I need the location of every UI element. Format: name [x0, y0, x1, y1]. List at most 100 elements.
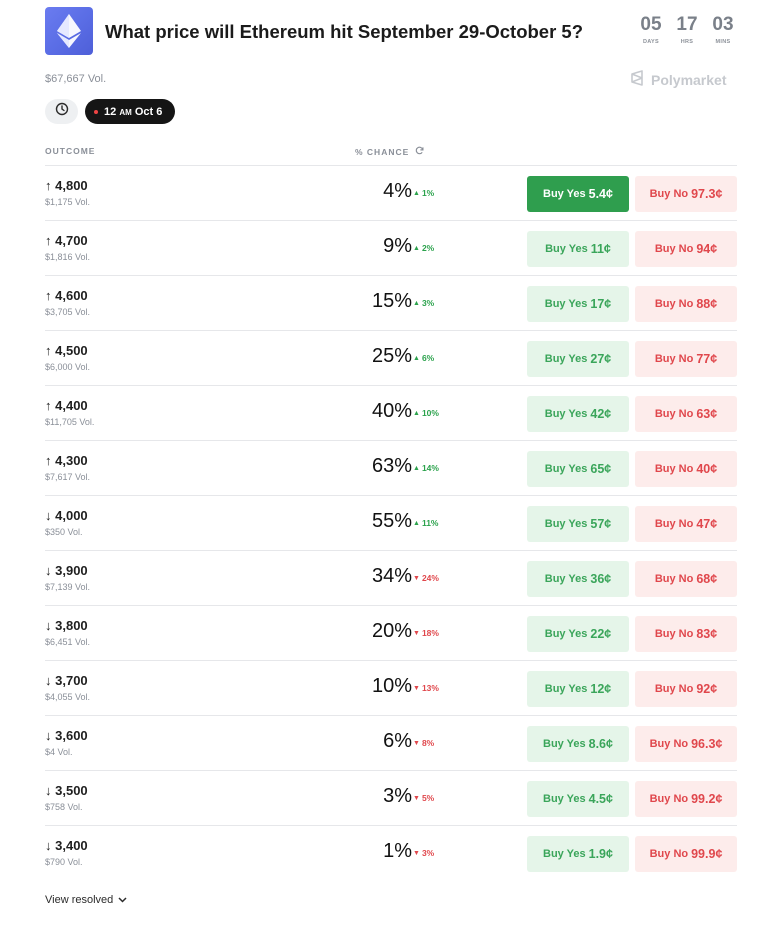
buy-no-label: Buy No: [654, 353, 694, 365]
outcome-price-level: 4,500: [55, 343, 88, 358]
buy-yes-label: Buy Yes: [543, 738, 586, 750]
chance-delta: ▼ 13%: [413, 683, 439, 693]
buy-yes-button[interactable]: Buy Yes 8.6¢: [527, 726, 629, 762]
buy-yes-price: 12¢: [590, 682, 612, 696]
chance-delta-value: 24%: [421, 573, 439, 583]
buy-yes-label: Buy Yes: [544, 408, 588, 420]
buy-yes-button[interactable]: Buy Yes 42¢: [527, 396, 629, 432]
outcome-arrow-icon: ↑: [45, 343, 52, 358]
buy-yes-button[interactable]: Buy Yes 4.5¢: [527, 781, 629, 817]
triangle-up-icon: ▲: [413, 354, 420, 362]
buy-no-button[interactable]: Buy No 99.9¢: [635, 836, 737, 872]
buy-no-button[interactable]: Buy No 68¢: [635, 561, 737, 597]
buy-no-price: 99.2¢: [691, 792, 723, 806]
buy-yes-button[interactable]: Buy Yes 17¢: [527, 286, 629, 322]
buy-yes-button[interactable]: Buy Yes 22¢: [527, 616, 629, 652]
triangle-up-icon: ▲: [413, 464, 420, 472]
buy-yes-button[interactable]: Buy Yes 1.9¢: [527, 836, 629, 872]
date-chip[interactable]: 12 AM Oct 6: [85, 99, 175, 124]
buy-yes-button[interactable]: Buy Yes 11¢: [527, 231, 629, 267]
buy-yes-button[interactable]: Buy Yes 36¢: [527, 561, 629, 597]
outcome-label: ↓ 3,500: [45, 783, 88, 798]
outcome-row[interactable]: ↓ 3,800 $6,451 Vol. 20% ▼ 18% Buy Yes 22…: [45, 605, 737, 660]
chance-delta-value: 8%: [421, 738, 435, 748]
buy-yes-label: Buy Yes: [544, 683, 588, 695]
buy-no-button[interactable]: Buy No 88¢: [635, 286, 737, 322]
refresh-icon[interactable]: [415, 146, 424, 157]
outcome-row[interactable]: ↑ 4,800 $1,175 Vol. 4% ▲ 1% Buy Yes 5.4¢…: [45, 165, 737, 220]
outcome-arrow-icon: ↑: [45, 288, 52, 303]
buy-yes-button[interactable]: Buy Yes 57¢: [527, 506, 629, 542]
buy-no-price: 83¢: [696, 627, 718, 641]
triangle-up-icon: ▲: [413, 299, 420, 307]
buy-no-button[interactable]: Buy No 83¢: [635, 616, 737, 652]
chance-delta-value: 13%: [421, 683, 439, 693]
outcome-row[interactable]: ↑ 4,700 $1,816 Vol. 9% ▲ 2% Buy Yes 11¢ …: [45, 220, 737, 275]
outcome-row[interactable]: ↓ 3,400 $790 Vol. 1% ▼ 3% Buy Yes 1.9¢ B…: [45, 825, 737, 880]
buy-no-price: 47¢: [696, 517, 718, 531]
buy-no-label: Buy No: [654, 628, 694, 640]
buy-yes-button[interactable]: Buy Yes 12¢: [527, 671, 629, 707]
outcome-row[interactable]: ↓ 3,900 $7,139 Vol. 34% ▼ 24% Buy Yes 36…: [45, 550, 737, 605]
outcome-chance: 1%: [383, 840, 412, 862]
buy-no-button[interactable]: Buy No 40¢: [635, 451, 737, 487]
outcome-chance: 15%: [371, 290, 412, 312]
buy-no-price: 96.3¢: [691, 737, 723, 751]
buy-no-button[interactable]: Buy No 94¢: [635, 231, 737, 267]
chance-delta-value: 1%: [421, 188, 435, 198]
outcome-volume: $3,705 Vol.: [45, 307, 91, 317]
outcome-price-level: 4,800: [55, 178, 88, 193]
buy-yes-button[interactable]: Buy Yes 5.4¢: [527, 176, 629, 212]
buy-yes-button[interactable]: Buy Yes 65¢: [527, 451, 629, 487]
outcome-label: ↑ 4,700: [45, 233, 88, 248]
countdown-days-label: DAYS: [643, 39, 659, 45]
chance-delta-value: 14%: [421, 463, 439, 473]
polymarket-brand-label: Polymarket: [651, 71, 727, 88]
chance-delta: ▲ 10%: [413, 408, 439, 418]
chance-delta: ▲ 1%: [413, 188, 434, 198]
market-header: What price will Ethereum hit September 2…: [45, 7, 735, 55]
page-title: What price will Ethereum hit September 2…: [105, 21, 584, 42]
countdown-hours-label: HRS: [680, 39, 694, 45]
outcome-chance: 3%: [383, 785, 412, 807]
chance-delta: ▼ 8%: [413, 738, 434, 748]
outcome-row[interactable]: ↓ 3,700 $4,055 Vol. 10% ▼ 13% Buy Yes 12…: [45, 660, 737, 715]
buy-no-button[interactable]: Buy No 97.3¢: [635, 176, 737, 212]
chance-delta-value: 3%: [421, 848, 435, 858]
buy-no-button[interactable]: Buy No 99.2¢: [635, 781, 737, 817]
time-filter-button[interactable]: [45, 99, 78, 124]
buy-yes-button[interactable]: Buy Yes 27¢: [527, 341, 629, 377]
view-resolved-link[interactable]: View resolved: [45, 894, 127, 906]
date-chip-time: 12: [104, 105, 117, 118]
outcome-price-level: 3,400: [55, 838, 88, 853]
outcome-label: ↑ 4,500: [45, 343, 88, 358]
outcome-price-level: 4,000: [55, 508, 88, 523]
buy-yes-price: 36¢: [590, 572, 612, 586]
buy-no-button[interactable]: Buy No 47¢: [635, 506, 737, 542]
outcome-label: ↓ 3,700: [45, 673, 88, 688]
outcome-row[interactable]: ↑ 4,600 $3,705 Vol. 15% ▲ 3% Buy Yes 17¢…: [45, 275, 737, 330]
outcome-volume: $7,617 Vol.: [45, 472, 91, 482]
buy-yes-label: Buy Yes: [543, 188, 586, 200]
outcome-row[interactable]: ↓ 3,500 $758 Vol. 3% ▼ 5% Buy Yes 4.5¢ B…: [45, 770, 737, 825]
countdown-hours: 17 HRS: [675, 15, 699, 46]
triangle-up-icon: ▲: [413, 409, 420, 417]
outcome-row[interactable]: ↑ 4,500 $6,000 Vol. 25% ▲ 6% Buy Yes 27¢…: [45, 330, 737, 385]
buy-no-price: 92¢: [696, 682, 718, 696]
buy-no-button[interactable]: Buy No 96.3¢: [635, 726, 737, 762]
buy-no-button[interactable]: Buy No 63¢: [635, 396, 737, 432]
outcome-row[interactable]: ↓ 3,600 $4 Vol. 6% ▼ 8% Buy Yes 8.6¢ Buy…: [45, 715, 737, 770]
buy-no-label: Buy No: [649, 848, 689, 860]
buy-yes-price: 8.6¢: [588, 737, 613, 751]
buy-yes-label: Buy Yes: [544, 298, 588, 310]
outcome-label: ↓ 4,000: [45, 508, 88, 523]
polymarket-brand[interactable]: Polymarket: [629, 70, 726, 89]
buy-no-button[interactable]: Buy No 77¢: [635, 341, 737, 377]
outcome-volume: $758 Vol.: [45, 802, 83, 812]
outcome-row[interactable]: ↓ 4,000 $350 Vol. 55% ▲ 11% Buy Yes 57¢ …: [45, 495, 737, 550]
buy-no-label: Buy No: [654, 243, 694, 255]
outcome-row[interactable]: ↑ 4,300 $7,617 Vol. 63% ▲ 14% Buy Yes 65…: [45, 440, 737, 495]
outcome-row[interactable]: ↑ 4,400 $11,705 Vol. 40% ▲ 10% Buy Yes 4…: [45, 385, 737, 440]
buy-no-button[interactable]: Buy No 92¢: [635, 671, 737, 707]
outcome-volume: $7,139 Vol.: [45, 582, 91, 592]
